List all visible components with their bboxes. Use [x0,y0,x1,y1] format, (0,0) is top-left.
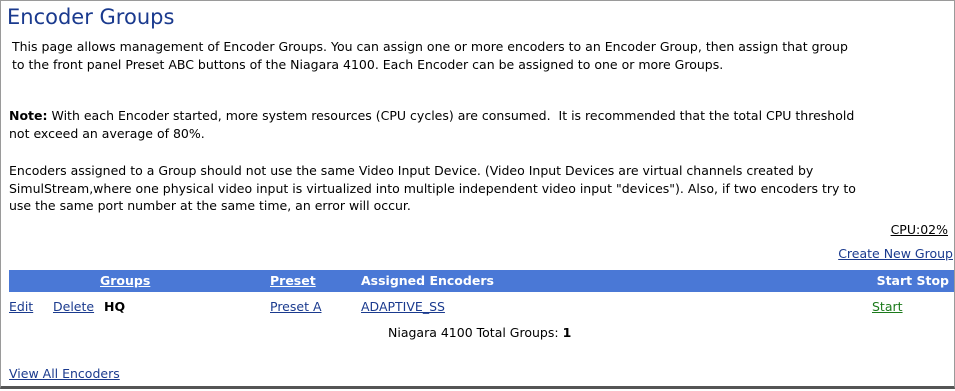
delete-link[interactable]: Delete [53,299,94,314]
total-groups-value: 1 [562,325,572,340]
intro-text: This page allows management of Encoder G… [12,38,848,73]
total-groups-label: Niagara 4100 Total Groups: [388,325,563,340]
header-groups[interactable]: Groups [100,273,150,288]
note-line-1: With each Encoder started, more system r… [47,108,855,123]
view-all-encoders-link[interactable]: View All Encoders [9,366,120,381]
info-line-3: use the same port number at the same tim… [9,198,411,213]
page-title: Encoder Groups [7,5,175,29]
info-line-2: SimulStream,where one physical video inp… [9,180,856,196]
intro-line-1: This page allows management of Encoder G… [12,39,848,54]
encoder-link[interactable]: ADAPTIVE_SS [361,299,445,314]
note-label: Note: [9,108,48,123]
edit-link[interactable]: Edit [9,299,33,314]
header-start-stop: Start Stop [876,273,949,288]
header-assigned-encoders: Assigned Encoders [361,273,494,288]
info-line-1: Encoders assigned to a Group should not … [9,163,814,178]
preset-link[interactable]: Preset A [270,299,322,314]
create-new-group-link[interactable]: Create New Group [838,246,953,261]
groups-table-header: Groups Preset Assigned Encoders Start St… [9,270,954,292]
info-text: Encoders assigned to a Group should not … [9,162,856,215]
header-preset[interactable]: Preset [270,273,316,288]
total-groups: Niagara 4100 Total Groups: 1 [388,325,571,340]
start-link[interactable]: Start [872,299,903,314]
group-name: HQ [104,299,126,314]
note-line-2: not exceed an average of 80%. [9,125,205,141]
cpu-indicator: CPU:02% [890,222,948,237]
intro-line-2: to the front panel Preset ABC buttons of… [12,56,724,72]
table-row: Edit Delete HQ Preset A ADAPTIVE_SS Star… [9,292,954,316]
note-text: Note: With each Encoder started, more sy… [9,107,854,142]
